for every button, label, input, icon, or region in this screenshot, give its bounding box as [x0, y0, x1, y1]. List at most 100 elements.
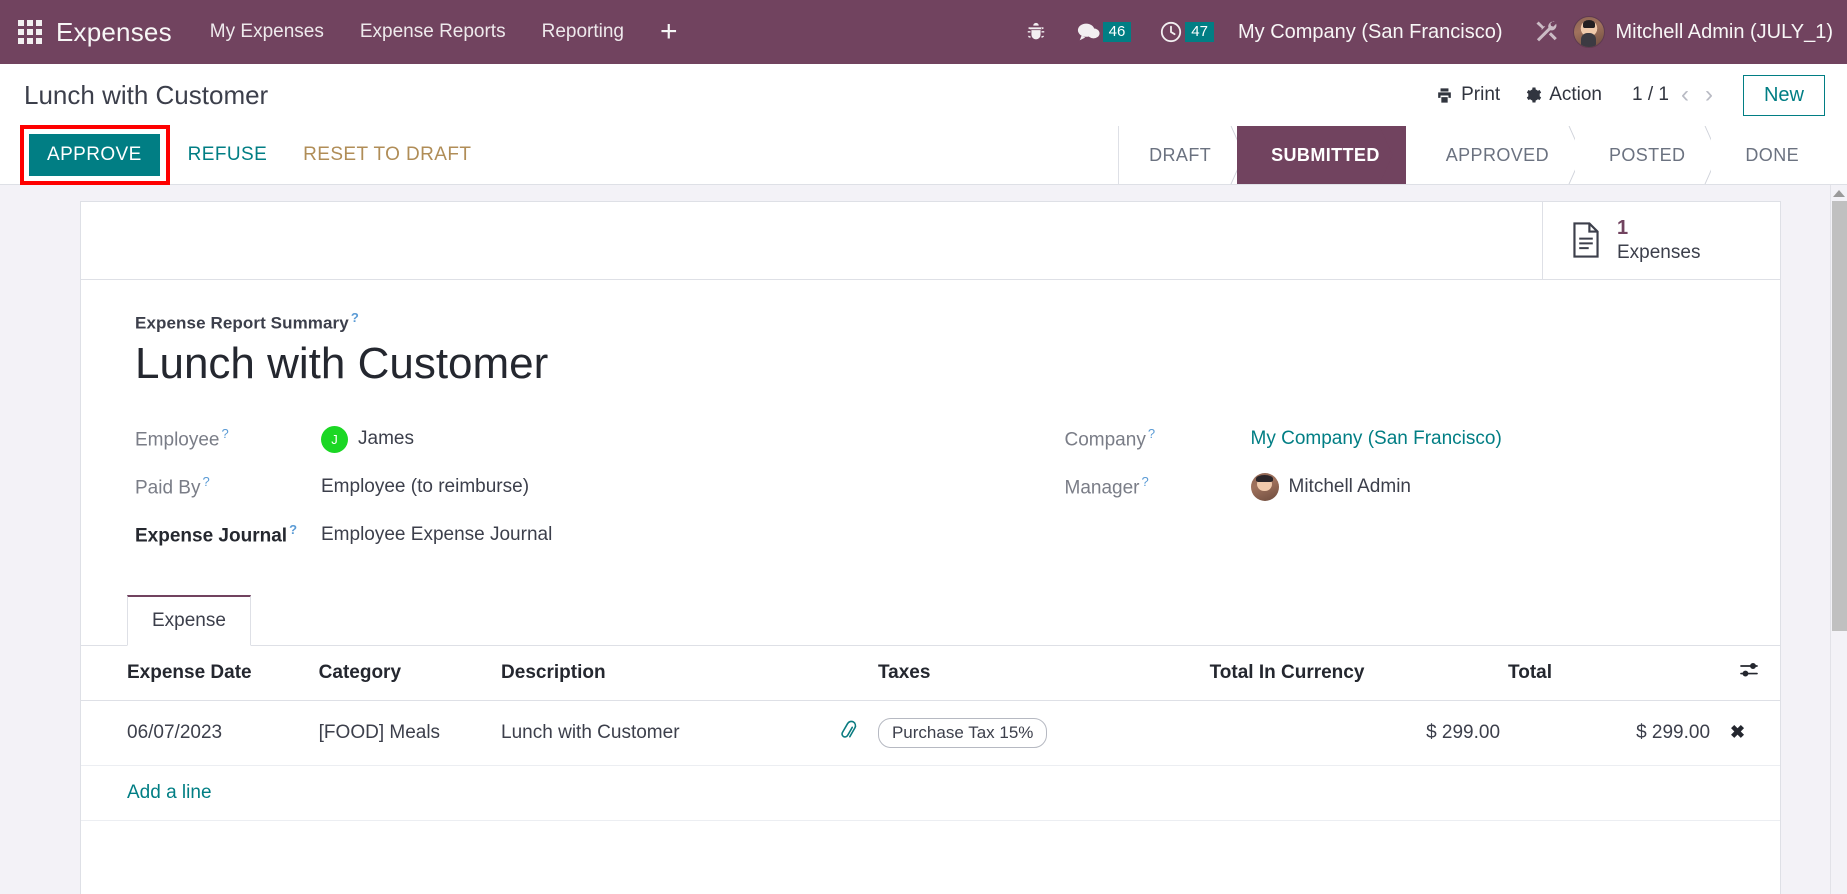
notebook: Expense Expense Date Category Descriptio…	[81, 594, 1780, 821]
expense-lines-table: Expense Date Category Description Taxes …	[81, 646, 1780, 821]
bug-icon[interactable]	[1025, 21, 1047, 43]
table-row[interactable]: 06/07/2023 [FOOD] Meals Lunch with Custo…	[81, 700, 1780, 766]
status-posted[interactable]: POSTED	[1574, 126, 1712, 184]
print-label: Print	[1461, 84, 1501, 105]
status-done[interactable]: DONE	[1711, 126, 1825, 184]
stat-button-row: 1 Expenses	[81, 202, 1780, 280]
cell-expense-date[interactable]: 06/07/2023	[81, 700, 319, 766]
vertical-scrollbar[interactable]	[1830, 185, 1847, 894]
action-button[interactable]: Action	[1512, 80, 1614, 110]
employee-avatar: J	[321, 425, 348, 453]
navbar-right-group: 46 47 My Company (San Francisco) Mitchel…	[1011, 16, 1847, 48]
field-paid-by: Paid By? Employee (to reimburse)	[135, 464, 931, 510]
refuse-button[interactable]: REFUSE	[170, 134, 285, 176]
field-expense-journal: Expense Journal? Employee Expense Journa…	[135, 512, 931, 558]
manager-label: Manager?	[1064, 474, 1149, 499]
expenses-count: 1	[1617, 217, 1629, 239]
page-title[interactable]: Lunch with Customer	[135, 339, 1726, 390]
chevron-right-icon[interactable]: ›	[1697, 83, 1721, 107]
col-expense-date[interactable]: Expense Date	[81, 646, 319, 701]
cell-attachment[interactable]	[827, 700, 878, 766]
chevron-left-icon[interactable]: ‹	[1673, 83, 1697, 107]
col-taxes[interactable]: Taxes	[877, 646, 1210, 701]
sheet-body: Expense Report Summary? Lunch with Custo…	[81, 280, 1780, 560]
table-body: 06/07/2023 [FOOD] Meals Lunch with Custo…	[81, 700, 1780, 821]
nav-expense-reports[interactable]: Expense Reports	[360, 21, 506, 43]
expenses-stat-button[interactable]: 1 Expenses	[1542, 202, 1780, 279]
manager-avatar	[1250, 473, 1279, 501]
clock-icon[interactable]: 47	[1159, 20, 1214, 44]
control-panel-top-row: Lunch with Customer Print Action 1 / 1 ‹…	[0, 64, 1847, 126]
apps-grid-icon[interactable]	[18, 20, 42, 44]
employee-value[interactable]: J James	[321, 425, 414, 453]
messages-icon[interactable]: 46	[1075, 21, 1132, 43]
close-x-icon[interactable]: ✖	[1730, 722, 1745, 742]
avatar[interactable]	[1572, 16, 1605, 48]
activities-badge: 47	[1185, 21, 1214, 43]
help-tip-icon[interactable]: ?	[289, 522, 297, 537]
content-area: 1 Expenses Expense Report Summary? Lunch…	[0, 185, 1847, 894]
top-navbar: Expenses My Expenses Expense Reports Rep…	[0, 0, 1847, 64]
paperclip-icon[interactable]	[836, 718, 860, 748]
help-tip-icon[interactable]: ?	[351, 310, 359, 325]
employee-name: James	[358, 428, 414, 449]
company-value[interactable]: My Company (San Francisco)	[1251, 428, 1502, 450]
cell-total[interactable]: $ 299.00	[1508, 700, 1719, 766]
help-tip-icon[interactable]: ?	[1142, 474, 1149, 489]
cell-category[interactable]: [FOOD] Meals	[318, 700, 502, 766]
expenses-stat-label: Expenses	[1617, 242, 1701, 263]
col-total-in-currency[interactable]: Total In Currency	[1209, 646, 1509, 701]
help-tip-icon[interactable]: ?	[202, 474, 209, 489]
cell-taxes[interactable]: Purchase Tax 15%	[877, 700, 1210, 766]
help-tip-icon[interactable]: ?	[222, 426, 229, 441]
company-label: Company?	[1064, 426, 1156, 451]
breadcrumb[interactable]: Lunch with Customer	[24, 80, 268, 111]
status-submitted[interactable]: SUBMITTED	[1237, 126, 1406, 184]
manager-name: Mitchell Admin	[1288, 476, 1412, 497]
action-label: Action	[1549, 84, 1602, 105]
wrench-screwdriver-icon[interactable]	[1533, 19, 1559, 45]
cell-remove[interactable]: ✖	[1718, 700, 1780, 766]
expense-report-summary-label: Expense Report Summary?	[135, 309, 359, 333]
scrollbar-thumb[interactable]	[1832, 201, 1847, 631]
col-total[interactable]: Total	[1508, 646, 1719, 701]
manager-value[interactable]: Mitchell Admin	[1250, 473, 1412, 501]
approve-button[interactable]: APPROVE	[29, 134, 160, 176]
form-column-right: Company? My Company (San Francisco) Mana…	[931, 416, 1727, 560]
new-button[interactable]: New	[1742, 74, 1825, 116]
help-tip-icon[interactable]: ?	[1148, 426, 1155, 441]
paid-by-value[interactable]: Employee (to reimburse)	[321, 476, 529, 498]
form-fields-grid: Employee? J James Paid By? Employee (to …	[135, 416, 1726, 560]
expense-journal-value[interactable]: Employee Expense Journal	[321, 524, 552, 546]
printer-icon	[1438, 87, 1451, 103]
nav-add-button[interactable]: +	[660, 17, 678, 47]
company-switcher[interactable]: My Company (San Francisco)	[1238, 21, 1503, 44]
user-menu[interactable]: Mitchell Admin (JULY_1)	[1616, 21, 1833, 44]
add-line-row: Add a line	[81, 766, 1780, 821]
col-category[interactable]: Category	[318, 646, 502, 701]
form-column-left: Employee? J James Paid By? Employee (to …	[135, 416, 931, 560]
app-brand-expenses[interactable]: Expenses	[56, 17, 172, 48]
add-line-cell: Add a line	[81, 766, 1780, 821]
messages-badge: 46	[1102, 21, 1132, 43]
tax-badge: Purchase Tax 15%	[877, 718, 1048, 748]
nav-reporting[interactable]: Reporting	[542, 21, 624, 43]
tab-expense[interactable]: Expense	[127, 595, 251, 646]
sliders-icon[interactable]	[1739, 663, 1759, 682]
control-panel-actions: Print Action 1 / 1 ‹ › New	[1423, 74, 1825, 116]
employee-label: Employee?	[135, 426, 229, 451]
scroll-up-arrow-icon[interactable]	[1833, 190, 1845, 197]
reset-to-draft-button[interactable]: RESET TO DRAFT	[285, 134, 489, 176]
nav-my-expenses[interactable]: My Expenses	[210, 21, 324, 43]
document-lines-icon	[1573, 222, 1599, 259]
cell-description[interactable]: Lunch with Customer	[501, 700, 828, 766]
field-company: Company? My Company (San Francisco)	[1065, 416, 1727, 462]
record-action-buttons: APPROVE REFUSE RESET TO DRAFT	[0, 125, 1118, 185]
print-button[interactable]: Print	[1423, 80, 1512, 110]
expense-journal-label: Expense Journal?	[135, 522, 298, 547]
status-approved[interactable]: APPROVED	[1405, 126, 1575, 184]
cell-total-in-currency[interactable]: $ 299.00	[1209, 700, 1509, 766]
col-description[interactable]: Description	[501, 646, 828, 701]
status-draft[interactable]: DRAFT	[1119, 126, 1238, 184]
add-a-line-link[interactable]: Add a line	[81, 766, 1780, 821]
